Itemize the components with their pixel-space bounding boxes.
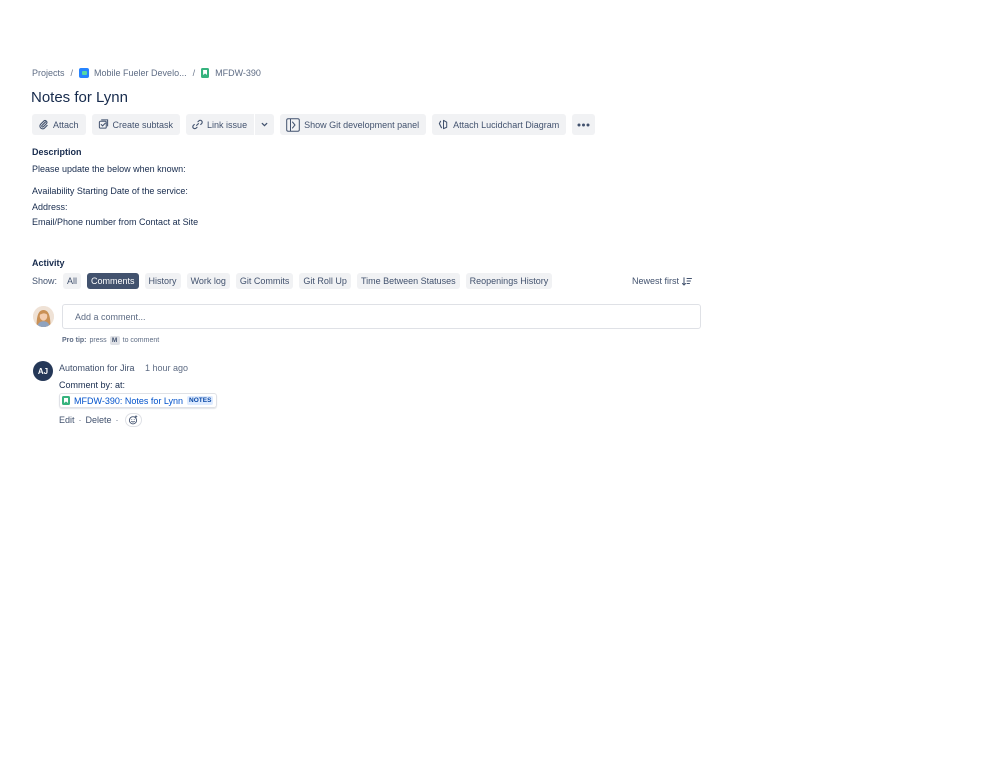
description-line[interactable]: Address: — [32, 202, 68, 212]
add-reaction-button[interactable] — [124, 413, 142, 427]
subtask-icon — [98, 119, 108, 129]
description-line[interactable]: Please update the below when known: — [32, 164, 186, 174]
keyboard-shortcut-key: M — [109, 335, 120, 345]
show-git-panel-button[interactable]: Show Git development panel — [280, 114, 427, 135]
breadcrumb-projects[interactable]: Projects — [32, 68, 65, 78]
inline-issue-link[interactable]: MFDW-390: Notes for Lynn — [74, 396, 183, 406]
story-icon — [62, 396, 70, 405]
attach-button[interactable]: Attach — [32, 114, 86, 135]
breadcrumb-separator: / — [70, 68, 74, 78]
edit-comment-button[interactable]: Edit — [59, 415, 75, 425]
filter-work-log[interactable]: Work log — [186, 273, 230, 289]
pro-tip-label: Pro tip: — [62, 336, 87, 344]
breadcrumb-separator: / — [192, 68, 196, 78]
paperclip-icon — [39, 120, 48, 130]
show-label: Show: — [32, 276, 58, 286]
create-subtask-label: Create subtask — [112, 119, 174, 130]
comment-body: Comment by: at: — [59, 380, 126, 390]
comment-actions: Edit · Delete · — [59, 413, 142, 427]
pro-tip-suffix: to comment — [122, 336, 160, 344]
show-git-panel-label: Show Git development panel — [304, 119, 420, 130]
pro-tip: Pro tip: press M to comment — [62, 335, 159, 345]
pro-tip-press: press — [89, 336, 107, 344]
git-panel-icon — [286, 117, 300, 132]
link-issue-button[interactable]: Link issue — [186, 114, 255, 135]
story-icon — [201, 68, 210, 78]
attach-lucidchart-label: Attach Lucidchart Diagram — [453, 119, 560, 130]
filter-time-between-statuses[interactable]: Time Between Statuses — [356, 273, 460, 289]
link-icon — [192, 119, 203, 130]
comment-input[interactable]: Add a comment... — [62, 304, 701, 329]
action-separator: · — [115, 415, 119, 425]
filter-git-commits[interactable]: Git Commits — [235, 273, 294, 289]
issue-toolbar: Attach Create subtask Link issue Show Gi… — [32, 114, 596, 135]
comment-placeholder: Add a comment... — [75, 311, 146, 322]
description-line[interactable]: Availability Starting Date of the servic… — [32, 186, 188, 196]
description-heading: Description — [32, 147, 82, 157]
delete-comment-button[interactable]: Delete — [86, 415, 112, 425]
sort-label: Newest first — [632, 276, 680, 286]
description-line[interactable]: Email/Phone number from Contact at Site — [32, 217, 198, 227]
link-issue-label: Link issue — [207, 119, 248, 130]
chevron-down-icon — [261, 122, 268, 127]
status-lozenge: NOTES — [187, 396, 214, 405]
filter-history[interactable]: History — [144, 273, 181, 289]
comment-author[interactable]: Automation for Jira — [59, 363, 135, 373]
filter-comments[interactable]: Comments — [87, 273, 139, 289]
comment-timestamp[interactable]: 1 hour ago — [145, 363, 188, 373]
attach-label: Attach — [53, 119, 79, 130]
inline-issue-card[interactable]: MFDW-390: Notes for Lynn NOTES — [59, 393, 218, 408]
comment-author-avatar[interactable]: AJ — [33, 361, 53, 381]
emoji-add-icon — [128, 415, 138, 425]
user-avatar — [33, 306, 54, 327]
activity-filter-bar: Show: All Comments History Work log Git … — [32, 273, 558, 289]
activity-heading: Activity — [32, 258, 65, 268]
link-issue-dropdown-button[interactable] — [255, 114, 275, 135]
action-separator: · — [78, 415, 82, 425]
more-icon — [577, 123, 590, 126]
lucidchart-icon — [438, 119, 448, 130]
more-actions-button[interactable] — [572, 114, 596, 135]
create-subtask-button[interactable]: Create subtask — [91, 114, 181, 135]
attach-lucidchart-button[interactable]: Attach Lucidchart Diagram — [432, 114, 567, 135]
breadcrumb-issue-key[interactable]: MFDW-390 — [215, 68, 261, 78]
sort-order-button[interactable]: Newest first — [632, 273, 693, 289]
filter-git-roll-up[interactable]: Git Roll Up — [299, 273, 351, 289]
breadcrumb-project[interactable]: Mobile Fueler Develo... — [94, 68, 187, 78]
filter-all[interactable]: All — [63, 273, 82, 289]
project-icon — [79, 68, 90, 78]
filter-reopenings-history[interactable]: Reopenings History — [465, 273, 553, 289]
sort-descending-icon — [682, 276, 693, 286]
breadcrumb: Projects / Mobile Fueler Develo... / MFD… — [32, 67, 261, 79]
page-title[interactable]: Notes for Lynn — [31, 89, 128, 106]
